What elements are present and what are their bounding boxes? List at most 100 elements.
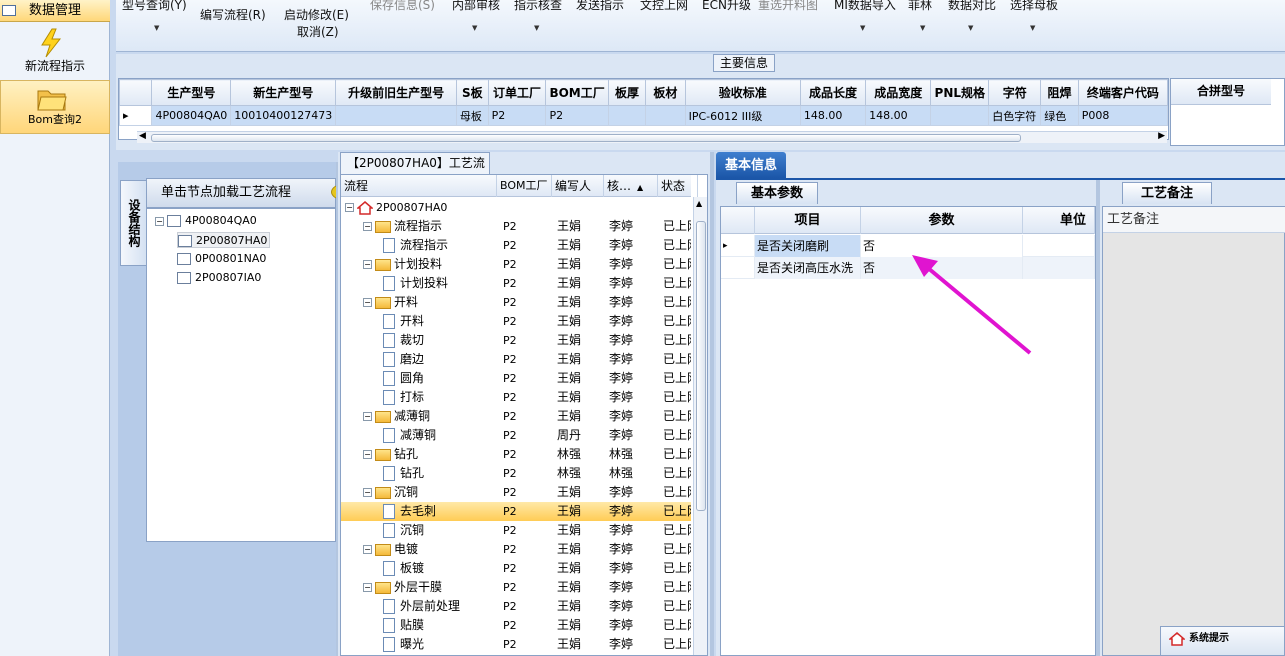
col-header[interactable]: 订单工厂 bbox=[487, 79, 547, 106]
flow-step-cell[interactable]: 磨边 bbox=[383, 350, 424, 369]
flow-row[interactable]: − 开料 P2 王娟 李婷 已上网 bbox=[341, 293, 691, 312]
main-info-cell[interactable] bbox=[607, 105, 647, 126]
col-header[interactable]: S板 bbox=[455, 79, 489, 106]
device-tree-node[interactable]: 2P00807HA0 bbox=[177, 232, 271, 248]
flow-row[interactable]: 计划投料 P2 王娟 李婷 已上网 bbox=[341, 274, 691, 293]
col-header[interactable]: 升级前旧生产型号 bbox=[335, 79, 457, 106]
ecn-upgrade-button[interactable]: ECN升级 bbox=[702, 0, 751, 13]
collapse-icon[interactable]: − bbox=[363, 222, 372, 231]
flow-step-cell[interactable]: 钻孔 bbox=[383, 464, 424, 483]
flow-row[interactable]: 外层前处理 P2 王娟 李婷 已上网 bbox=[341, 597, 691, 616]
flow-row[interactable]: 圆角 P2 王娟 李婷 已上网 bbox=[341, 369, 691, 388]
flow-step-cell[interactable]: 裁切 bbox=[383, 331, 424, 350]
flow-row[interactable]: − 减薄铜 P2 王娟 李婷 已上网 bbox=[341, 407, 691, 426]
col-header-item[interactable]: 项目 bbox=[755, 207, 861, 234]
main-info-cell[interactable]: 10010400127473 bbox=[230, 105, 337, 126]
flow-row[interactable]: 打标 P2 王娟 李婷 已上网 bbox=[341, 388, 691, 407]
flow-step-cell[interactable]: − 沉铜 bbox=[363, 483, 418, 502]
main-info-cell[interactable]: 148.00 bbox=[799, 105, 867, 126]
cancel-button[interactable]: 取消(Z) bbox=[297, 23, 339, 40]
basic-info-tab[interactable]: 基本信息 bbox=[716, 152, 786, 178]
mi-import-button[interactable]: MI数据导入 ▼ bbox=[834, 0, 896, 32]
flow-step-cell[interactable]: − 减薄铜 bbox=[363, 407, 430, 426]
collapse-icon[interactable]: − bbox=[363, 545, 372, 554]
device-tree-node[interactable]: 2P00807IA0 bbox=[177, 270, 261, 286]
row-indicator[interactable]: ▸ bbox=[721, 235, 755, 257]
scroll-thumb[interactable] bbox=[151, 134, 1021, 142]
splitter[interactable] bbox=[1096, 180, 1100, 656]
col-header-flow[interactable]: 流程 bbox=[341, 175, 497, 197]
device-structure-tab[interactable]: 设备结构 bbox=[120, 180, 146, 266]
flow-step-cell[interactable]: 外层前处理 bbox=[383, 597, 460, 616]
collapse-icon[interactable]: − bbox=[155, 216, 164, 226]
flow-step-cell[interactable]: 减薄铜 bbox=[383, 426, 436, 445]
flow-row[interactable]: − 钻孔 P2 林强 林强 已上网 bbox=[341, 445, 691, 464]
nav-title[interactable]: 数据管理 bbox=[0, 0, 110, 22]
flow-step-cell[interactable]: 圆角 bbox=[383, 369, 424, 388]
nav-item-bom-query[interactable]: Bom查询2 bbox=[0, 80, 110, 134]
col-header-unit[interactable]: 单位 bbox=[1023, 207, 1095, 234]
col-header-writer[interactable]: 编写人 bbox=[552, 175, 604, 197]
flow-row[interactable]: 去毛刺 P2 王娟 李婷 已上网 bbox=[341, 502, 691, 521]
col-header[interactable]: 生产型号 bbox=[151, 79, 232, 106]
main-info-cell[interactable]: P008 bbox=[1077, 105, 1169, 126]
col-header[interactable]: 验收标准 bbox=[684, 79, 801, 106]
flow-step-cell[interactable]: 打标 bbox=[383, 388, 424, 407]
horizontal-scrollbar[interactable]: ◀ ▶ bbox=[137, 131, 1167, 143]
process-notes-tab[interactable]: 工艺备注 bbox=[1122, 182, 1212, 204]
col-header-param[interactable]: 参数 bbox=[861, 207, 1023, 234]
data-compare-button[interactable]: 数据对比 ▼ bbox=[948, 0, 996, 32]
reselect-cut-button[interactable]: 重选开料图 bbox=[758, 0, 818, 13]
scroll-thumb[interactable] bbox=[696, 221, 706, 511]
main-info-cell[interactable]: 4P00804QA0 bbox=[151, 105, 232, 126]
col-header[interactable]: 终端客户代码 bbox=[1077, 79, 1169, 106]
collapse-icon[interactable]: − bbox=[363, 260, 372, 269]
flow-row[interactable]: 磨边 P2 王娟 李婷 已上网 bbox=[341, 350, 691, 369]
flow-row[interactable]: 流程指示 P2 王娟 李婷 已上网 bbox=[341, 236, 691, 255]
flow-row[interactable]: 钻孔 P2 林强 林强 已上网 bbox=[341, 464, 691, 483]
main-info-cell[interactable] bbox=[930, 105, 990, 126]
main-info-cell[interactable]: 绿色 bbox=[1040, 105, 1079, 126]
scroll-left-icon[interactable]: ◀ bbox=[139, 131, 146, 141]
flow-step-cell[interactable]: 去毛刺 bbox=[383, 502, 436, 521]
model-query-button[interactable]: 型号查询(Y) ▼ bbox=[122, 0, 187, 32]
flow-row[interactable]: − 流程指示 P2 王娟 李婷 已上网 bbox=[341, 217, 691, 236]
flow-root-row[interactable]: − 2P00807HA0 bbox=[341, 198, 691, 217]
main-info-cell[interactable]: IPC-6012 III级 bbox=[684, 105, 801, 126]
col-header[interactable]: 字符 bbox=[988, 79, 1042, 106]
flow-step-cell[interactable]: 沉铜 bbox=[383, 521, 424, 540]
flow-step-cell[interactable]: 曝光 bbox=[383, 635, 424, 654]
main-info-cell[interactable]: 母板 bbox=[455, 105, 489, 126]
flow-row[interactable]: 开料 P2 王娟 李婷 已上网 bbox=[341, 312, 691, 331]
main-info-cell[interactable]: P2 bbox=[487, 105, 547, 126]
flow-row[interactable]: 裁切 P2 王娟 李婷 已上网 bbox=[341, 331, 691, 350]
col-header[interactable]: BOM工厂 bbox=[545, 79, 609, 106]
flow-step-cell[interactable]: − 外层干膜 bbox=[363, 578, 442, 597]
col-header[interactable]: 新生产型号 bbox=[230, 79, 337, 106]
main-info-cell[interactable]: 148.00 bbox=[865, 105, 932, 126]
col-header[interactable]: 板材 bbox=[645, 79, 686, 106]
write-flow-button[interactable]: 编写流程(R) bbox=[200, 6, 266, 23]
send-instruction-button[interactable]: 发送指示 bbox=[576, 0, 624, 13]
main-info-cell[interactable]: P2 bbox=[545, 105, 609, 126]
flow-step-cell[interactable]: − 电镀 bbox=[363, 540, 418, 559]
collapse-icon[interactable]: − bbox=[363, 583, 372, 592]
col-header-status[interactable]: 状态 bbox=[658, 175, 698, 197]
system-notification[interactable]: 系统提示 bbox=[1160, 626, 1285, 656]
basic-params-tab[interactable]: 基本参数 bbox=[736, 182, 818, 204]
doc-online-button[interactable]: 文控上网 bbox=[640, 0, 688, 13]
collapse-icon[interactable]: − bbox=[363, 412, 372, 421]
flow-step-cell[interactable]: 流程指示 bbox=[383, 236, 448, 255]
flow-step-cell[interactable]: − 计划投料 bbox=[363, 255, 442, 274]
col-header[interactable]: PNL规格 bbox=[930, 79, 990, 106]
process-notes-area[interactable]: 工艺备注 bbox=[1102, 206, 1285, 656]
nav-item-new-process[interactable]: 新流程指示 bbox=[0, 24, 110, 80]
scroll-right-icon[interactable]: ▶ bbox=[1158, 131, 1165, 141]
col-header[interactable]: 成品长度 bbox=[799, 79, 867, 106]
flow-step-cell[interactable]: 开料 bbox=[383, 312, 424, 331]
splitter[interactable] bbox=[710, 152, 714, 656]
main-info-cell[interactable]: 白色字符 bbox=[988, 105, 1042, 126]
col-header[interactable]: 成品宽度 bbox=[865, 79, 932, 106]
flow-row[interactable]: 曝光 P2 王娟 李婷 已上网 bbox=[341, 635, 691, 654]
flow-row[interactable]: − 计划投料 P2 王娟 李婷 已上网 bbox=[341, 255, 691, 274]
